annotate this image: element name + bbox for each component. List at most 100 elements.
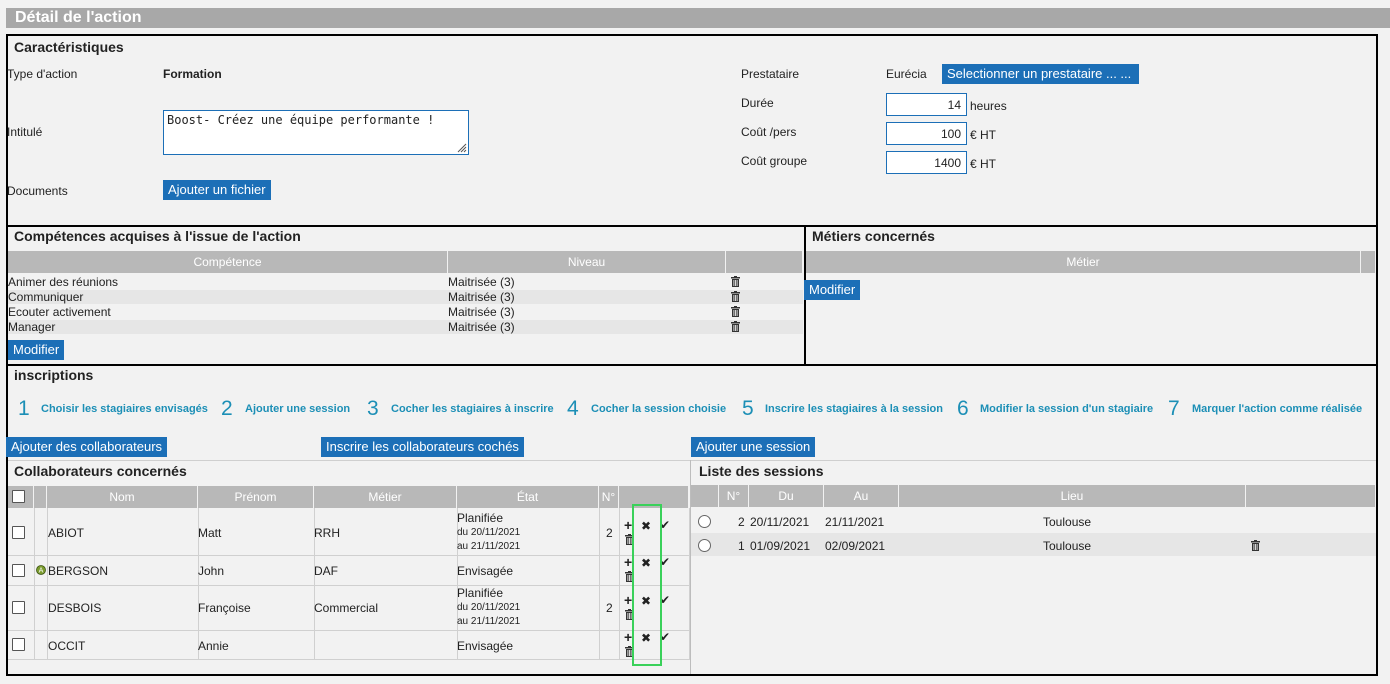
inscrire-collaborateurs-button[interactable]: Inscrire les collaborateurs cochés [321,437,524,457]
competence-action-header [726,251,803,273]
prestataire-value: Eurécia [886,67,927,81]
competence-name: Manager [8,320,56,334]
step-number: 6 [957,397,969,420]
collaborateur-du: du 20/11/2021 [457,602,521,613]
duree-label: Durée [741,96,774,110]
competence-column-header[interactable]: Compétence [8,251,448,273]
cout-groupe-input[interactable]: 1400 [886,151,967,174]
step-label: Choisir les stagiaires envisagés [41,403,208,415]
step-number: 7 [1168,397,1180,420]
plus-icon[interactable]: + [624,555,632,569]
session-lieu: Toulouse [1043,539,1092,553]
collaborateur-prenom: Françoise [198,601,251,615]
collaborateur-au: au 21/11/2021 [457,616,521,627]
collaborateur-num: 2 [606,601,613,615]
trash-icon[interactable] [731,306,740,317]
collaborateur-nom: BERGSON [48,564,109,578]
session-radio[interactable] [698,539,711,552]
step-number: 4 [567,397,579,420]
prestataire-label: Prestataire [741,67,800,81]
collaborateur-etat: Envisagée [457,564,514,578]
cout-pers-input[interactable]: 100 [886,122,967,145]
niveau-column-header[interactable]: Niveau [448,251,726,273]
page-title: Détail de l'action [6,8,1390,28]
metier-column-header[interactable]: Métier [314,486,457,508]
collaborateur-prenom: John [198,564,225,578]
collaborateur-etat: Envisagée [457,639,514,653]
session-au-header[interactable]: Au [824,485,899,507]
collaborateur-nom: OCCIT [48,639,86,653]
row-checkbox[interactable] [12,638,25,651]
trash-icon[interactable] [731,321,740,332]
svg-text:A: A [39,567,44,575]
duree-input[interactable]: 14 [886,93,967,116]
session-action-header [1246,485,1376,507]
row-checkbox[interactable] [12,601,25,614]
metiers-modify-button[interactable]: Modifier [804,280,861,300]
resize-grip-icon[interactable] [455,141,467,153]
collaborateur-prenom: Matt [198,526,222,540]
add-file-button[interactable]: Ajouter un fichier [163,180,271,200]
trash-icon[interactable] [731,276,740,287]
plus-icon[interactable]: + [624,518,632,532]
metier-column-header[interactable]: Métier [806,251,1361,273]
add-session-button[interactable]: Ajouter une session [691,437,816,457]
sessions-title: Liste des sessions [699,463,824,479]
step-label: Cocher la session choisie [591,403,727,415]
nom-column-header[interactable]: Nom [47,486,198,508]
type-action-value: Formation [163,67,222,81]
trash-icon[interactable] [1251,540,1260,551]
step-label: Modifier la session d'un stagiaire [980,403,1154,415]
collaborateur-prenom: Annie [198,639,229,653]
collaborateur-etat: Planifiée [457,511,504,525]
session-num: 1 [738,539,745,553]
step-number: 1 [18,397,30,420]
step-label: Marquer l'action comme réalisée [1192,403,1363,415]
intitule-text: Boost- Créez une équipe performante ! [167,113,435,127]
collaborateur-du: du 20/11/2021 [457,527,521,538]
collaborateur-nom: DESBOIS [48,601,102,615]
step-label: Inscrire les stagiaires à la session [765,403,943,415]
row-checkbox[interactable] [12,526,25,539]
session-au: 02/09/2021 [825,539,886,553]
select-prestataire-button[interactable]: Selectionner un prestataire ... ... [942,64,1139,84]
cout-groupe-label: Coût groupe [741,154,808,168]
user-badge-icon: A [36,565,46,575]
add-collaborateurs-button[interactable]: Ajouter des collaborateurs [6,437,168,457]
session-du: 20/11/2021 [750,515,810,529]
collaborateur-metier: DAF [314,564,338,578]
num-column-header[interactable]: N° [599,486,619,508]
highlight-annotation [632,504,662,666]
collaborateur-metier: RRH [314,526,340,540]
step-number: 2 [221,397,233,420]
collaborateur-etat: Planifiée [457,586,504,600]
plus-icon[interactable]: + [624,593,632,607]
competence-name: Animer des réunions [8,275,119,289]
session-lieu-header[interactable]: Lieu [899,485,1246,507]
trash-icon[interactable] [731,291,740,302]
step-number: 5 [742,397,754,420]
etat-column-header[interactable]: État [457,486,599,508]
cout-pers-unit: € HT [970,128,997,142]
metiers-panel [804,225,1378,366]
session-au: 21/11/2021 [825,515,885,529]
metiers-title: Métiers concernés [812,228,935,244]
select-all-checkbox[interactable] [12,490,25,503]
session-du: 01/09/2021 [750,539,811,553]
intitule-textarea[interactable]: Boost- Créez une équipe performante ! [163,110,469,155]
collaborateurs-title: Collaborateurs concernés [14,463,187,479]
plus-icon[interactable]: + [624,630,632,644]
competences-modify-button[interactable]: Modifier [8,340,65,360]
session-du-header[interactable]: Du [749,485,824,507]
prenom-column-header[interactable]: Prénom [198,486,314,508]
session-num-header[interactable]: N° [719,485,749,507]
row-checkbox[interactable] [12,564,25,577]
inscriptions-title: inscriptions [14,367,94,383]
competences-title: Compétences acquises à l'issue de l'acti… [14,228,301,244]
duree-unit: heures [970,99,1007,113]
session-radio[interactable] [698,515,711,528]
step-number: 3 [367,397,379,420]
collaborateur-nom: ABIOT [48,526,85,540]
session-lieu: Toulouse [1043,515,1092,529]
collaborateur-au: au 21/11/2021 [457,541,521,552]
